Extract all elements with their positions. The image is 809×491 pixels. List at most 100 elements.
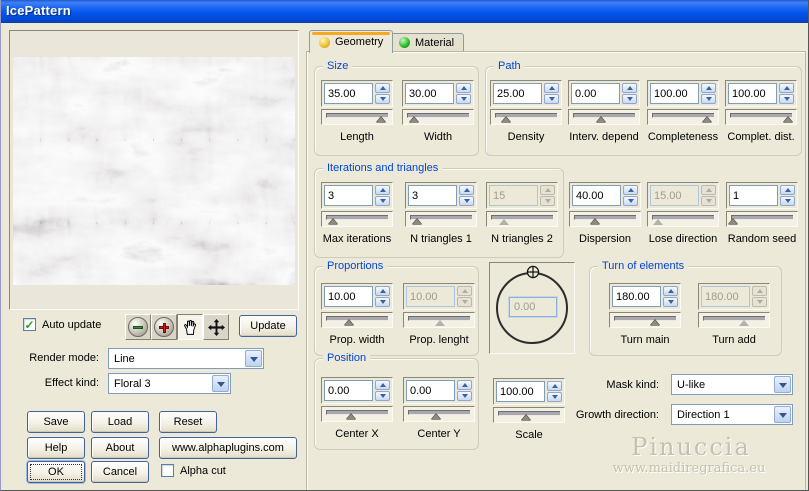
control-width: Width	[402, 80, 474, 125]
alpha-cut-checkbox[interactable]	[161, 464, 174, 477]
spin-up-button[interactable]	[375, 83, 390, 93]
random-seed-slider[interactable]	[726, 211, 798, 227]
spin-up-button[interactable]	[701, 83, 716, 93]
spin-down-button[interactable]	[375, 297, 390, 307]
density-input[interactable]	[493, 83, 542, 104]
control-turn-add: Turn add	[698, 283, 770, 328]
turn-main-slider[interactable]	[609, 312, 681, 328]
center-y-input[interactable]	[406, 380, 455, 401]
spin-up-button[interactable]	[544, 83, 559, 93]
spin-down-button[interactable]	[701, 94, 716, 104]
width-slider[interactable]	[402, 109, 474, 125]
max-iterations-input[interactable]	[324, 185, 373, 206]
mask-kind-select[interactable]: U-like	[671, 374, 793, 395]
random-seed-input[interactable]	[729, 185, 778, 206]
completeness-input[interactable]	[650, 83, 699, 104]
zoom-in-button[interactable]	[151, 314, 177, 340]
render-mode-label: Render mode:	[19, 352, 99, 364]
n-triangles-1-input[interactable]	[408, 185, 457, 206]
spin-up-button[interactable]	[375, 185, 390, 195]
spin-down-button[interactable]	[779, 94, 794, 104]
spin-down-button[interactable]	[663, 297, 678, 307]
spin-up-button[interactable]	[780, 185, 795, 195]
move-tool-button[interactable]	[203, 314, 229, 340]
spin-up-button[interactable]	[623, 185, 638, 195]
chevron-down-icon[interactable]	[212, 375, 229, 392]
growth-direction-select[interactable]: Direction 1	[671, 404, 793, 425]
spin-down-button[interactable]	[456, 94, 471, 104]
spin-up-button[interactable]	[375, 286, 390, 296]
spin-down-button[interactable]	[780, 196, 795, 206]
help-button[interactable]: Help	[27, 437, 85, 459]
website-button[interactable]: www.alphaplugins.com	[159, 437, 297, 459]
spin-up-button[interactable]	[622, 83, 637, 93]
spin-up-button[interactable]	[779, 83, 794, 93]
auto-update-checkbox[interactable]	[23, 318, 36, 331]
ok-button[interactable]: OK	[27, 461, 85, 483]
spin-down-button[interactable]	[459, 196, 474, 206]
center-y-slider[interactable]	[403, 406, 475, 422]
spin-down-button[interactable]	[547, 392, 562, 402]
spin-down-button[interactable]	[544, 94, 559, 104]
alpha-cut-label: Alpha cut	[180, 465, 226, 477]
max-iterations-slider[interactable]	[321, 211, 393, 227]
n-triangles-2-label: N triangles 2	[479, 233, 565, 245]
crosshair-icon[interactable]	[526, 265, 540, 279]
angle-dial[interactable]: 0.00	[489, 262, 575, 354]
length-slider[interactable]	[321, 109, 393, 125]
control-random-seed: Random seed	[726, 182, 798, 227]
spin-up-button[interactable]	[459, 185, 474, 195]
interv-depend-slider[interactable]	[568, 109, 640, 125]
completeness-slider[interactable]	[647, 109, 719, 125]
tab-geometry[interactable]: Geometry	[309, 30, 393, 53]
growth-direction-label: Growth direction:	[531, 409, 659, 421]
tab-material[interactable]: Material	[389, 33, 464, 51]
chevron-down-icon[interactable]	[245, 350, 262, 367]
length-input[interactable]	[324, 83, 373, 104]
spin-down-button[interactable]	[375, 391, 390, 401]
spin-down-button[interactable]	[457, 391, 472, 401]
center-x-input[interactable]	[324, 380, 373, 401]
load-button[interactable]: Load	[91, 411, 149, 433]
render-mode-select[interactable]: Line	[108, 348, 264, 369]
save-button[interactable]: Save	[27, 411, 85, 433]
spin-up-button[interactable]	[375, 380, 390, 390]
mask-kind-value: U-like	[672, 379, 773, 391]
dispersion-input[interactable]	[572, 185, 621, 206]
control-completeness: Completeness	[647, 80, 719, 125]
spin-up-button[interactable]	[457, 380, 472, 390]
spin-down-button[interactable]	[623, 196, 638, 206]
update-button[interactable]: Update	[239, 315, 297, 337]
interv-depend-input[interactable]	[571, 83, 620, 104]
spin-down-button[interactable]	[622, 94, 637, 104]
center-x-slider[interactable]	[321, 406, 393, 422]
complet-dist-slider[interactable]	[725, 109, 797, 125]
ice-pattern-preview[interactable]	[13, 57, 295, 285]
prop-width-slider[interactable]	[321, 312, 393, 328]
effect-kind-select[interactable]: Floral 3	[108, 373, 231, 394]
spin-down-button[interactable]	[375, 196, 390, 206]
pan-tool-button[interactable]	[177, 314, 203, 340]
cancel-button[interactable]: Cancel	[91, 461, 149, 483]
chevron-down-icon[interactable]	[774, 406, 791, 423]
zoom-out-button[interactable]	[125, 314, 151, 340]
title-bar[interactable]: IcePattern	[1, 0, 809, 23]
spin-up-button[interactable]	[456, 83, 471, 93]
chevron-down-icon[interactable]	[774, 376, 791, 393]
n-triangles-1-slider[interactable]	[405, 211, 477, 227]
control-center-y: Center Y	[403, 377, 475, 422]
spin-down-button[interactable]	[375, 94, 390, 104]
about-button[interactable]: About	[91, 437, 149, 459]
width-input[interactable]	[405, 83, 454, 104]
spin-up-button[interactable]	[663, 286, 678, 296]
turn-main-input[interactable]	[612, 286, 661, 307]
max-iterations-label: Max iterations	[314, 233, 400, 245]
prop-width-input[interactable]	[324, 286, 373, 307]
density-slider[interactable]	[490, 109, 562, 125]
render-mode-value: Line	[109, 353, 244, 365]
dispersion-slider[interactable]	[569, 211, 641, 227]
complet-dist-input[interactable]	[728, 83, 777, 104]
reset-button[interactable]: Reset	[159, 411, 217, 433]
interv-depend-label: Interv. depend	[561, 131, 647, 143]
scale-input[interactable]	[496, 381, 545, 402]
